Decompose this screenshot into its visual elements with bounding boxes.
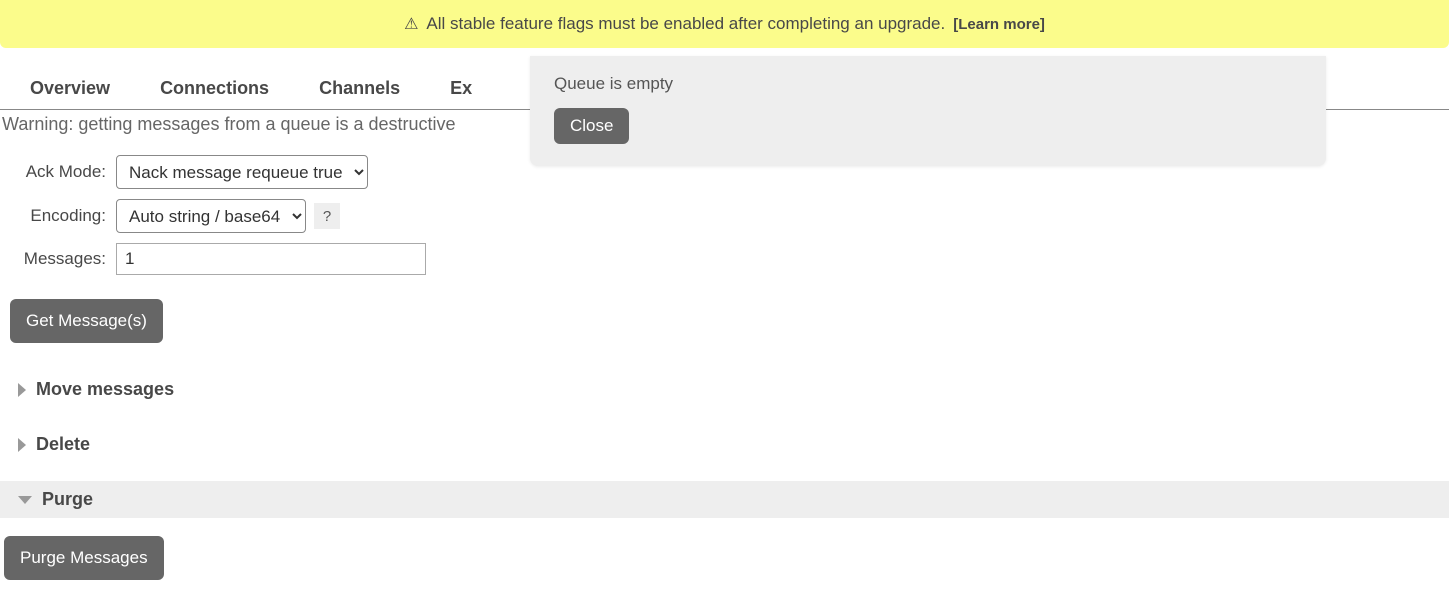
learn-more-link[interactable]: [Learn more]: [953, 16, 1045, 33]
tab-connections[interactable]: Connections: [160, 78, 269, 99]
encoding-help-button[interactable]: ?: [314, 203, 340, 229]
warning-icon: ⚠: [404, 14, 418, 34]
chevron-right-icon: [18, 438, 26, 452]
ack-mode-label: Ack Mode:: [8, 162, 116, 182]
move-messages-section: Move messages: [0, 371, 1449, 408]
popup-message: Queue is empty: [554, 74, 1302, 94]
delete-header[interactable]: Delete: [0, 426, 1449, 463]
move-messages-title: Move messages: [36, 379, 174, 400]
purge-messages-button[interactable]: Purge Messages: [4, 536, 164, 580]
chevron-down-icon: [18, 496, 32, 504]
get-messages-form: Ack Mode: Nack message requeue true Enco…: [0, 135, 1449, 343]
encoding-label: Encoding:: [8, 206, 116, 226]
delete-title: Delete: [36, 434, 90, 455]
feature-flag-banner: ⚠ All stable feature flags must be enabl…: [0, 0, 1449, 48]
encoding-select[interactable]: Auto string / base64: [116, 199, 306, 233]
purge-header[interactable]: Purge: [0, 481, 1449, 518]
tab-channels[interactable]: Channels: [319, 78, 400, 99]
delete-section: Delete: [0, 426, 1449, 463]
tab-overview[interactable]: Overview: [30, 78, 110, 99]
queue-empty-popup: Queue is empty Close: [530, 56, 1326, 166]
chevron-right-icon: [18, 383, 26, 397]
get-messages-button[interactable]: Get Message(s): [10, 299, 163, 343]
purge-section: Purge Purge Messages: [0, 481, 1449, 580]
tab-exchanges[interactable]: Ex: [450, 78, 472, 99]
close-button[interactable]: Close: [554, 108, 629, 144]
messages-label: Messages:: [8, 249, 116, 269]
move-messages-header[interactable]: Move messages: [0, 371, 1449, 408]
banner-text: All stable feature flags must be enabled…: [426, 14, 945, 34]
messages-input[interactable]: [116, 243, 426, 275]
ack-mode-select[interactable]: Nack message requeue true: [116, 155, 368, 189]
purge-title: Purge: [42, 489, 93, 510]
